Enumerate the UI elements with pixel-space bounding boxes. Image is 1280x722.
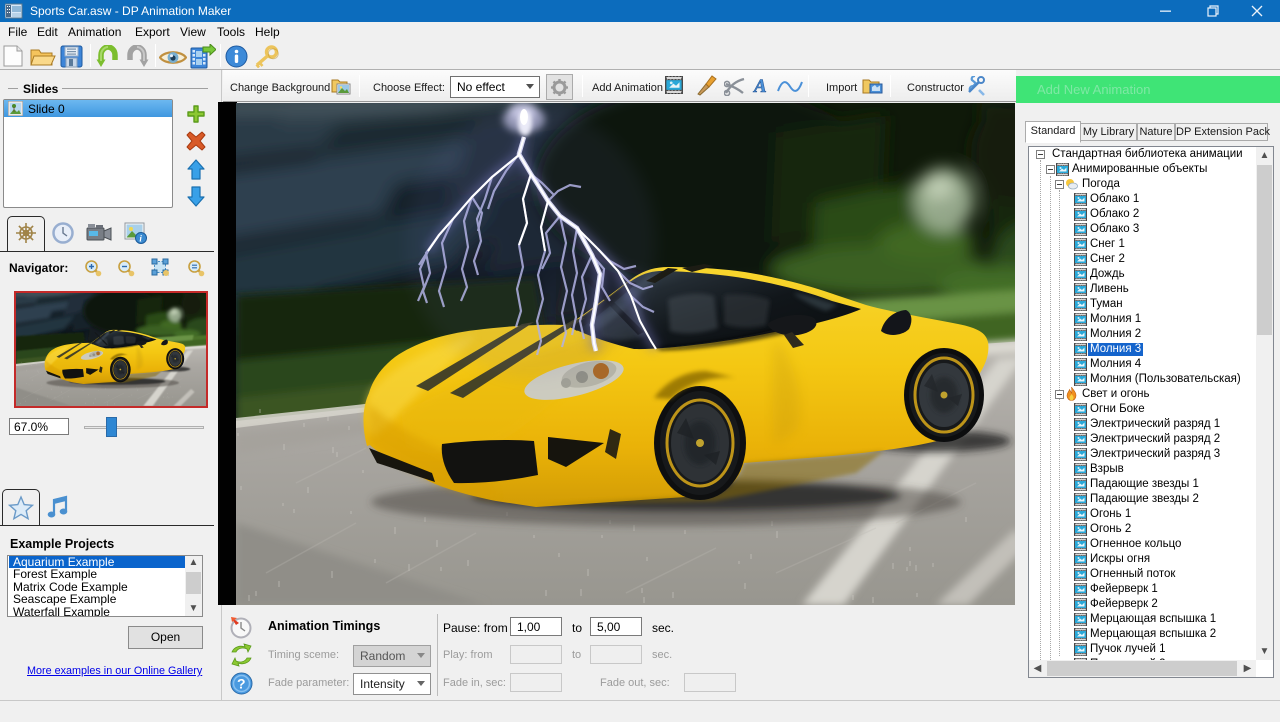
svg-text:A: A [753, 76, 767, 95]
svg-text:?: ? [237, 676, 246, 692]
